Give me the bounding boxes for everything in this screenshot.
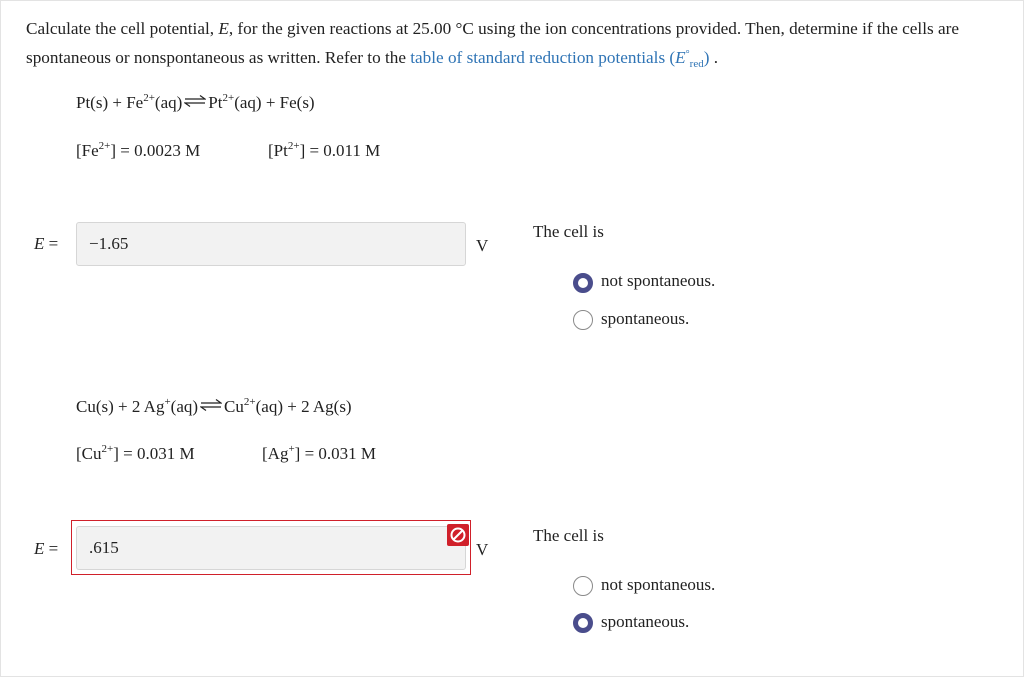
incorrect-icon bbox=[447, 524, 469, 546]
radio-not-spontaneous-2[interactable] bbox=[573, 576, 593, 596]
option-spontaneous-1: spontaneous. bbox=[601, 309, 690, 328]
concentration-ag: [Ag+] = 0.031 M bbox=[262, 443, 377, 464]
concentration-fe: [Fe2+] = 0.0023 M bbox=[76, 140, 201, 161]
question-prompt: Calculate the cell potential, E, for the… bbox=[26, 14, 996, 72]
option-not-spontaneous-1: not spontaneous. bbox=[601, 271, 716, 290]
reaction-1: Pt(s) + Fe2+(aq) Pt2+(aq) + Fe(s) bbox=[76, 92, 315, 113]
prompt-end: . bbox=[709, 48, 719, 67]
e-label-1: E = bbox=[34, 234, 59, 253]
unit-label-2: V bbox=[476, 540, 489, 559]
radio-spontaneous-2[interactable] bbox=[573, 613, 593, 633]
concentration-pt: [Pt2+] = 0.011 M bbox=[268, 140, 381, 161]
equilibrium-arrow-icon bbox=[200, 399, 223, 411]
radio-not-spontaneous-1[interactable] bbox=[573, 273, 593, 293]
cell-is-label-2: The cell is bbox=[533, 526, 604, 545]
equilibrium-arrow-icon bbox=[184, 95, 207, 107]
concentration-cu: [Cu2+] = 0.031 M bbox=[76, 443, 195, 464]
cell-potential-input-1[interactable] bbox=[76, 222, 466, 266]
e-label-2: E = bbox=[34, 539, 59, 558]
unit-label-1: V bbox=[476, 236, 489, 255]
reaction-2: Cu(s) + 2 Ag+(aq) Cu2+(aq) + 2 Ag(s) bbox=[76, 396, 352, 417]
radio-spontaneous-1[interactable] bbox=[573, 310, 593, 330]
cell-potential-input-2[interactable] bbox=[76, 526, 466, 570]
cell-is-label-1: The cell is bbox=[533, 222, 604, 241]
option-not-spontaneous-2: not spontaneous. bbox=[601, 575, 716, 594]
reduction-potentials-link[interactable]: table of standard reduction potentials (… bbox=[410, 48, 709, 70]
option-spontaneous-2: spontaneous. bbox=[601, 612, 690, 631]
